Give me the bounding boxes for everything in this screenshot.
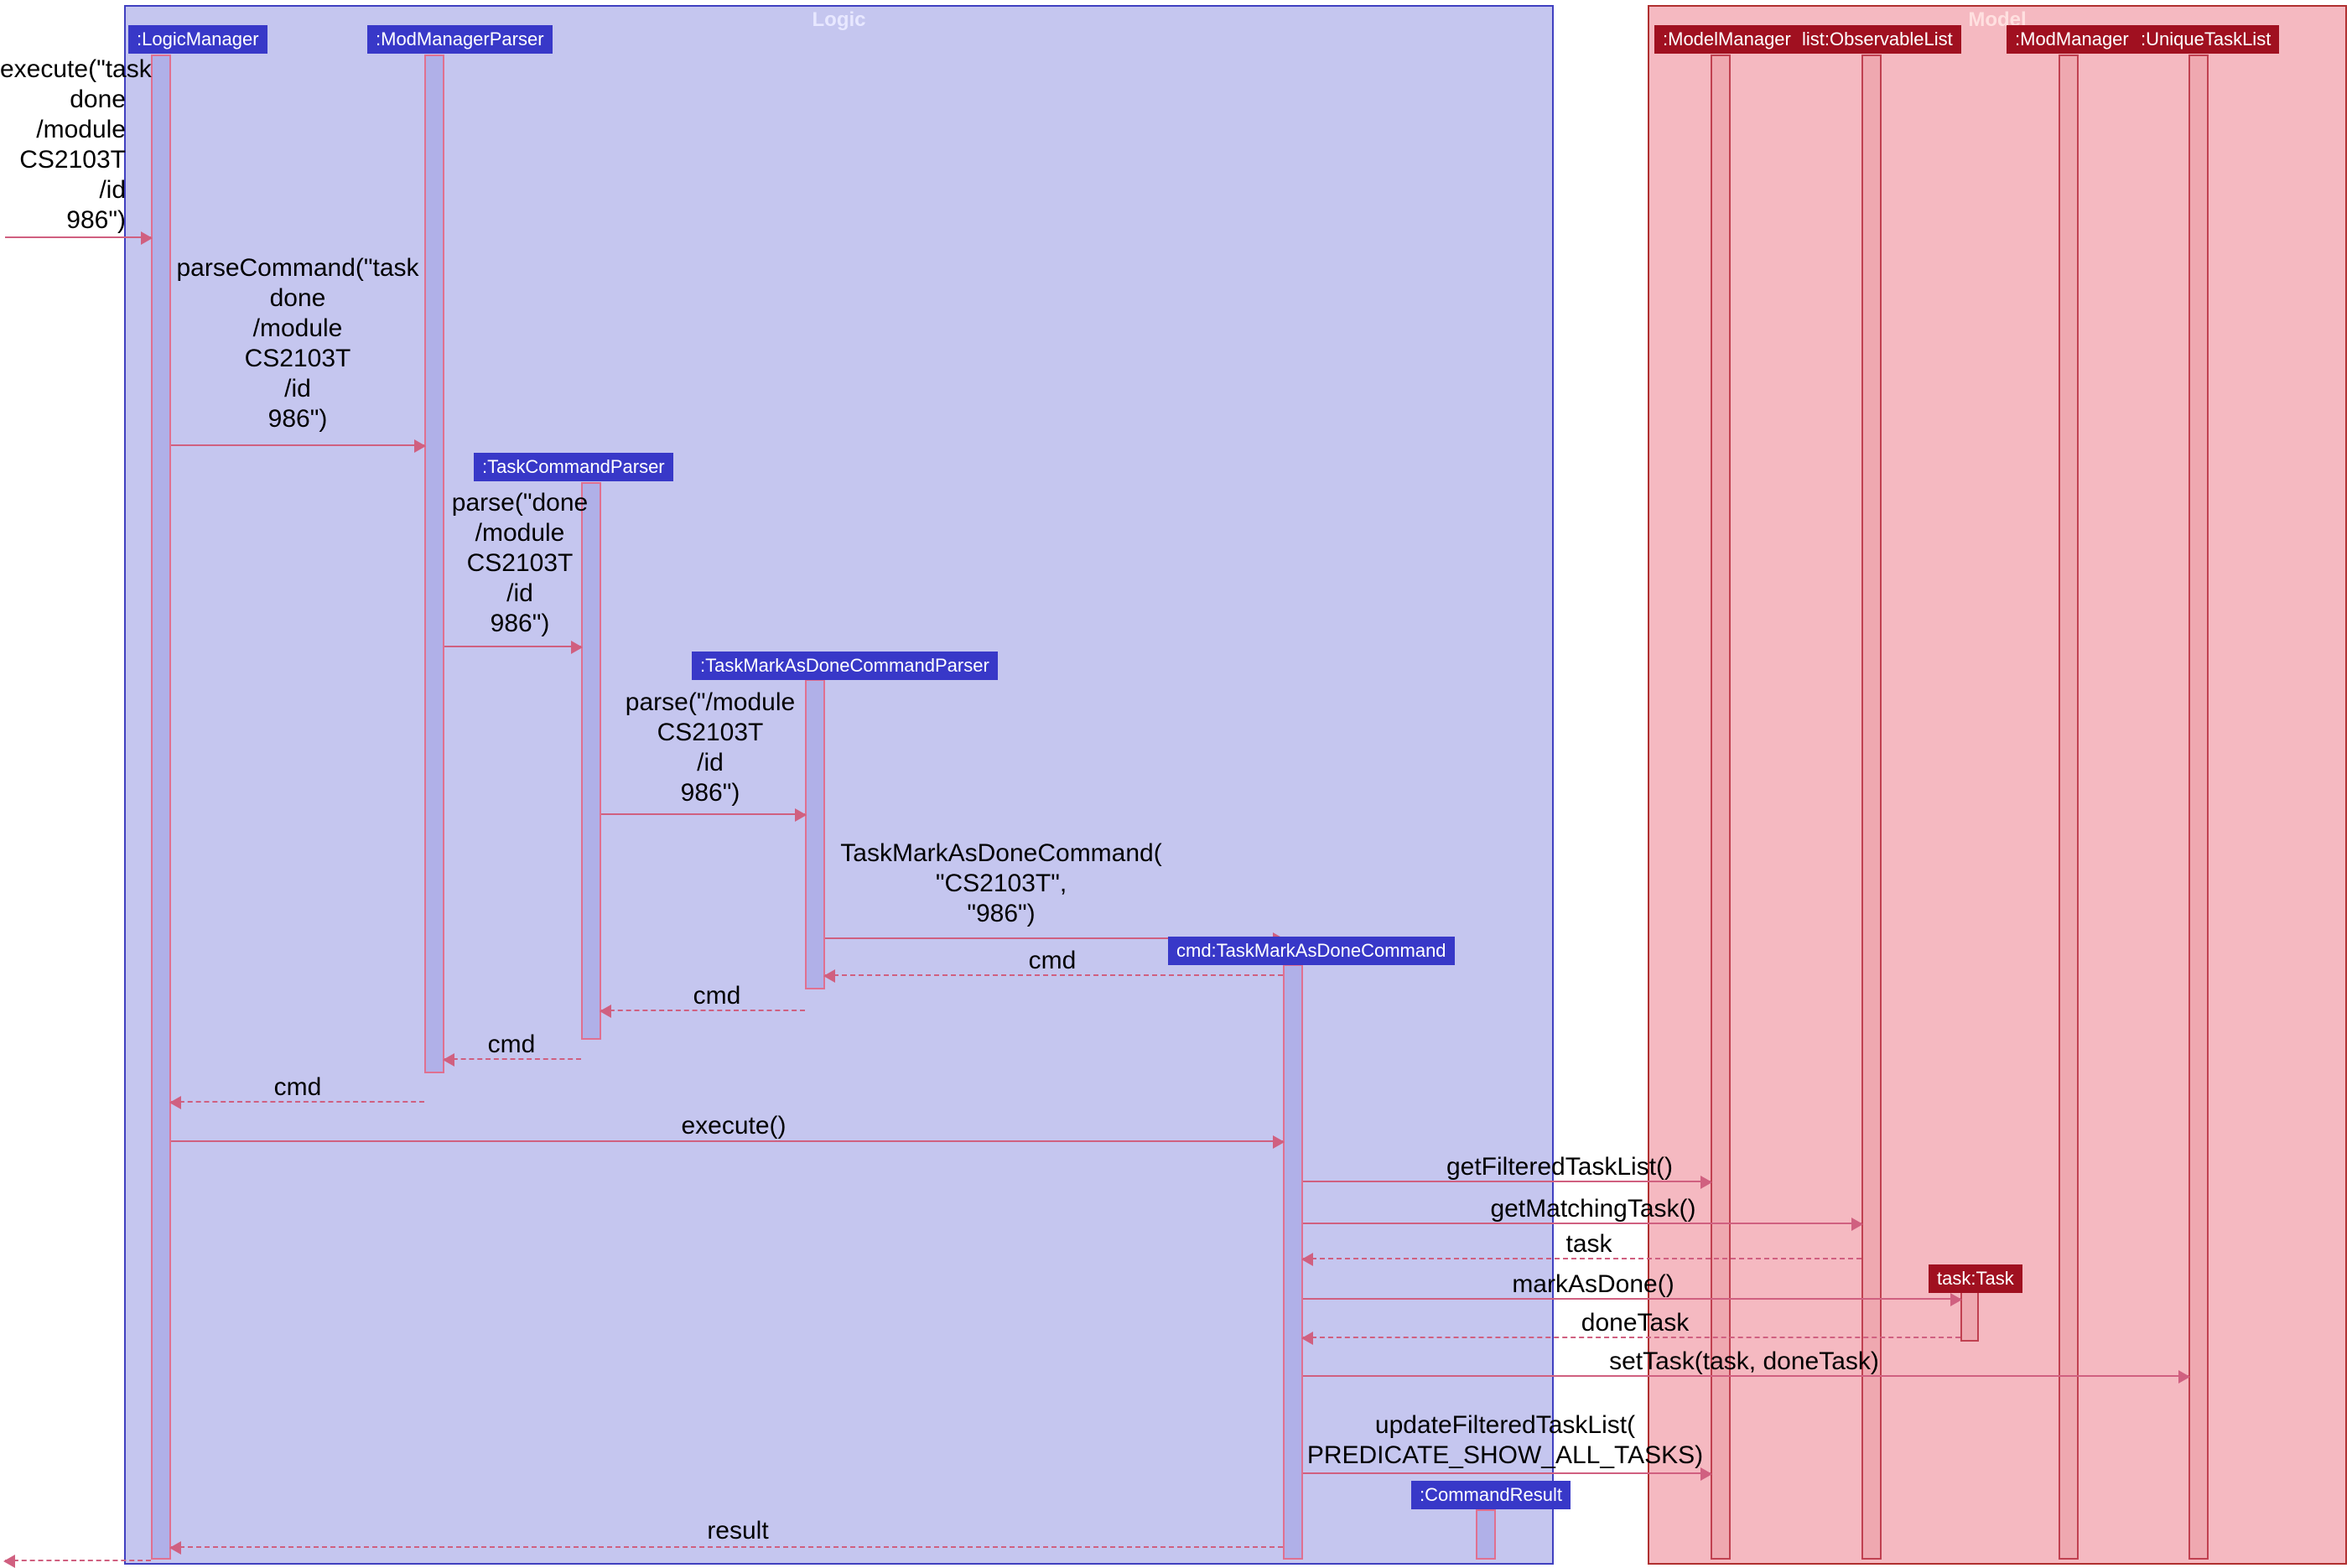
msg-update-filtered-task-list bbox=[1303, 1472, 1711, 1474]
logic-frame: Logic bbox=[124, 5, 1554, 1565]
label-mark-as-done: markAsDone() bbox=[1425, 1269, 1761, 1300]
label-execute-1: execute("task done /module CS2103T /id 9… bbox=[0, 55, 126, 236]
label-parse-1: parse("done /module CS2103T /id 986") bbox=[436, 488, 604, 639]
activation-mod-manager bbox=[2059, 55, 2079, 1560]
label-done-task: doneTask bbox=[1509, 1308, 1761, 1338]
label-get-matching-task: getMatchingTask() bbox=[1384, 1194, 1803, 1224]
logic-frame-title: Logic bbox=[802, 7, 876, 34]
participant-mod-manager-parser: :ModManagerParser bbox=[367, 25, 553, 54]
label-cmd-4: cmd bbox=[235, 1072, 361, 1103]
participant-task-markasdone-command-parser: :TaskMarkAsDoneCommandParser bbox=[692, 652, 998, 680]
participant-mod-manager-model: :ModManager bbox=[2007, 25, 2137, 54]
msg-execute-1 bbox=[5, 236, 151, 238]
participant-logic-manager: :LogicManager bbox=[128, 25, 267, 54]
participant-command-result: :CommandResult bbox=[1411, 1481, 1571, 1509]
label-new-cmd: TaskMarkAsDoneCommand( "CS2103T", "986") bbox=[825, 839, 1177, 929]
label-cmd-2: cmd bbox=[654, 981, 780, 1011]
participant-model-manager: :ModelManager bbox=[1654, 25, 1799, 54]
participant-unique-task-list: :UniqueTaskList bbox=[2132, 25, 2279, 54]
msg-parse-command bbox=[171, 444, 424, 446]
activation-list bbox=[1861, 55, 1882, 1560]
participant-task-task: task:Task bbox=[1929, 1264, 2022, 1293]
label-task: task bbox=[1526, 1229, 1652, 1259]
activation-command-result bbox=[1476, 1509, 1496, 1560]
label-cmd-3: cmd bbox=[449, 1030, 574, 1060]
label-parse-2: parse("/module CS2103T /id 986") bbox=[601, 688, 819, 808]
label-get-filtered-task-list: getFilteredTaskList() bbox=[1384, 1152, 1736, 1182]
activation-unique-task-list bbox=[2188, 55, 2209, 1560]
label-set-task: setTask(task, doneTask) bbox=[1509, 1347, 1979, 1377]
participant-cmd-taskmarkasdone-command: cmd:TaskMarkAsDoneCommand bbox=[1168, 937, 1455, 965]
activation-task bbox=[1960, 1291, 1979, 1342]
label-cmd-1: cmd bbox=[989, 946, 1115, 976]
participant-task-command-parser: :TaskCommandParser bbox=[474, 453, 673, 481]
label-parse-command: parseCommand("task done /module CS2103T … bbox=[171, 253, 424, 434]
label-execute-2: execute() bbox=[629, 1111, 839, 1141]
label-update-filtered-task-list: updateFilteredTaskList( PREDICATE_SHOW_A… bbox=[1291, 1410, 1719, 1471]
msg-parse-2 bbox=[601, 813, 805, 815]
activation-logic-manager bbox=[151, 55, 171, 1560]
msg-result bbox=[171, 1546, 1283, 1548]
msg-final-return bbox=[5, 1560, 151, 1561]
label-result: result bbox=[654, 1516, 822, 1546]
participant-list-observablelist: list:ObservableList bbox=[1794, 25, 1961, 54]
msg-parse-1 bbox=[444, 646, 581, 647]
